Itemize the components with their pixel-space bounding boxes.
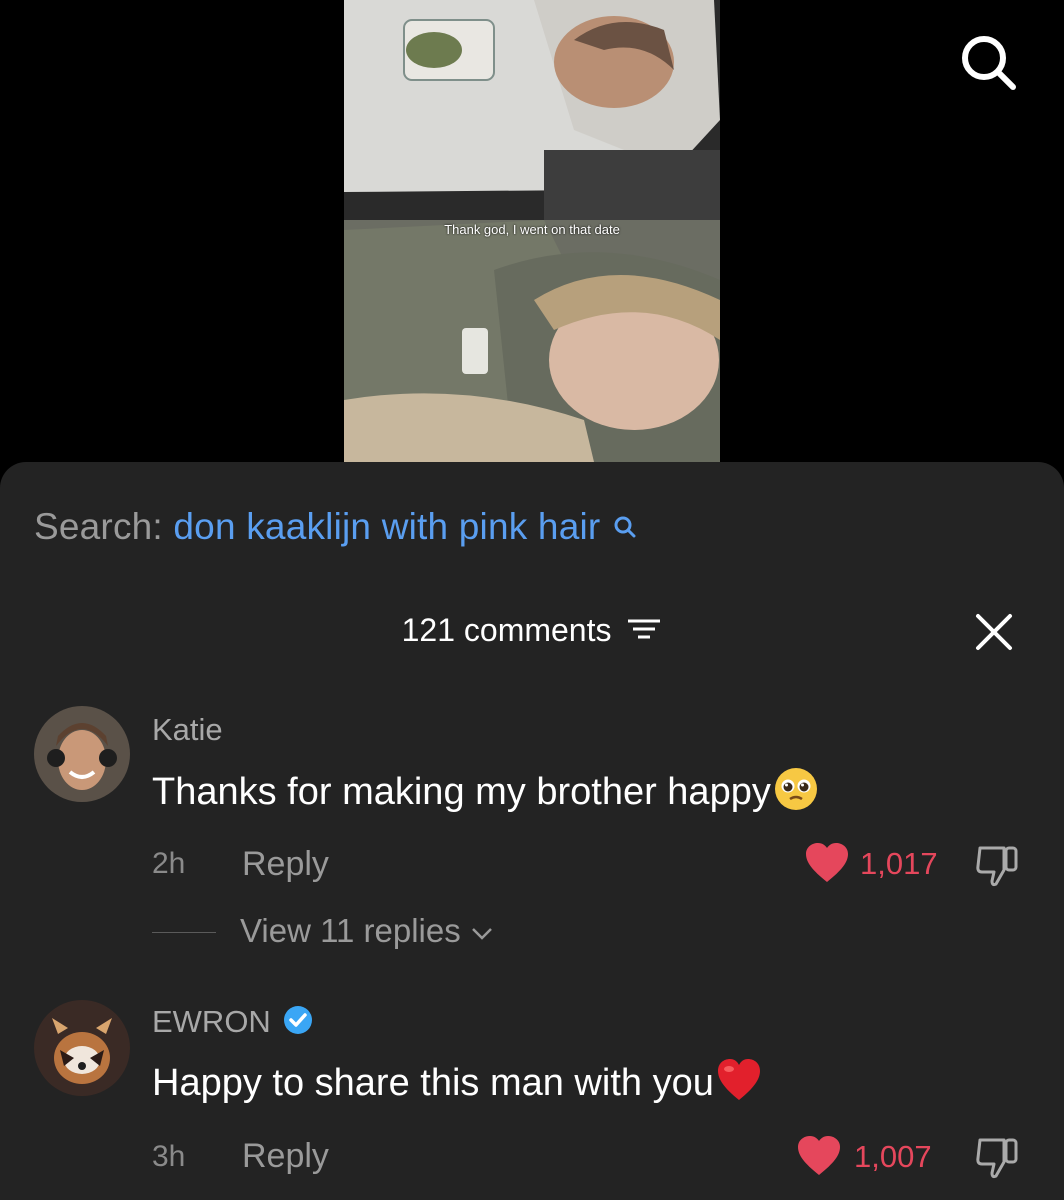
heart-icon[interactable] — [796, 1135, 842, 1182]
dislike-icon[interactable] — [974, 1136, 1022, 1185]
comment-count: 121 comments — [401, 612, 612, 648]
search-icon — [613, 508, 637, 550]
heart-icon[interactable] — [804, 842, 850, 889]
like-count: 1,017 — [860, 846, 938, 881]
comment-body: Happy to share this man with you — [152, 1062, 714, 1105]
comment-username[interactable]: Katie — [152, 712, 223, 748]
video-preview[interactable]: Thank god, I went on that date — [344, 0, 720, 462]
close-icon[interactable] — [974, 612, 1014, 652]
comment-text: Thanks for making my brother happy — [152, 766, 819, 822]
comment-text: Happy to share this man with you — [152, 1058, 762, 1112]
comment-username[interactable]: EWRON — [152, 1004, 313, 1043]
like-count: 1,007 — [854, 1139, 932, 1174]
video-area: Thank god, I went on that date — [0, 0, 1064, 470]
avatar[interactable] — [34, 1000, 130, 1096]
video-caption: Thank god, I went on that date — [444, 222, 620, 237]
view-replies-button[interactable]: View 11 replies — [240, 912, 494, 950]
reply-button[interactable]: Reply — [242, 845, 329, 884]
verified-badge-icon — [283, 1005, 313, 1043]
view-replies-label: View 11 replies — [240, 912, 461, 949]
avatar[interactable] — [34, 706, 130, 802]
comment-time: 2h — [152, 847, 186, 880]
username-text: EWRON — [152, 1004, 271, 1039]
search-icon[interactable] — [956, 30, 1020, 94]
search-prefix: Search: — [34, 506, 163, 547]
comment-body: Thanks for making my brother happy — [152, 771, 771, 814]
comments-header: 121 comments — [0, 612, 1064, 651]
comment-time: 3h — [152, 1140, 186, 1173]
dislike-icon[interactable] — [974, 844, 1022, 893]
related-search[interactable]: Search: don kaaklijn with pink hair — [34, 506, 637, 550]
replies-divider — [152, 932, 216, 933]
reply-button[interactable]: Reply — [242, 1137, 329, 1176]
chevron-down-icon — [470, 912, 494, 949]
search-query-link[interactable]: don kaaklijn with pink hair — [173, 506, 600, 547]
sort-icon[interactable] — [626, 614, 662, 651]
red-heart-icon — [716, 1058, 762, 1112]
pleading-face-icon — [773, 766, 819, 822]
